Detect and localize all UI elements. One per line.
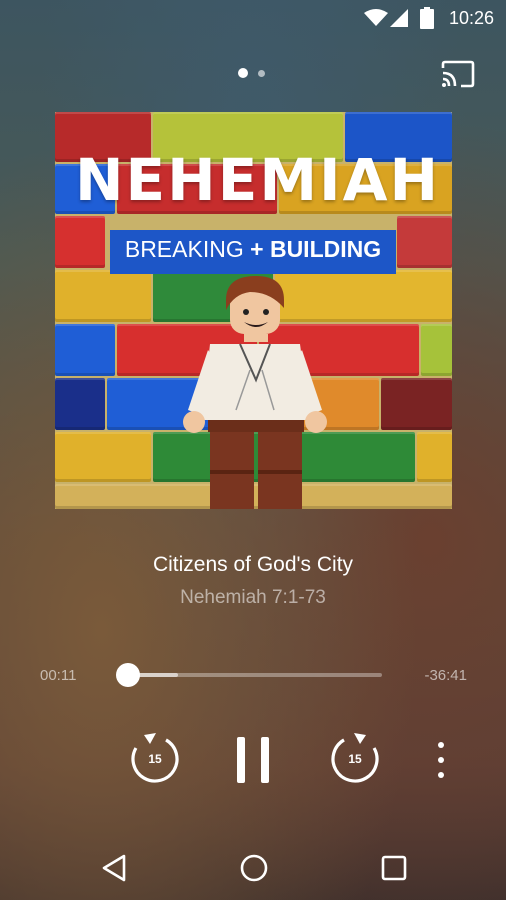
artwork-subtitle-plus: + xyxy=(250,236,264,262)
elapsed-time: 00:11 xyxy=(40,667,77,684)
cast-icon[interactable] xyxy=(441,60,475,88)
rewind-15-button[interactable]: 15 xyxy=(128,732,182,786)
home-icon[interactable] xyxy=(239,853,269,883)
battery-icon xyxy=(420,7,434,29)
artwork-subtitle-left: BREAKING xyxy=(124,236,244,262)
artwork-subtitle: BREAKING + BUILDING xyxy=(110,236,396,263)
signal-icon xyxy=(390,9,408,27)
remaining-time: -36:41 xyxy=(424,667,467,684)
forward-15-button[interactable]: 15 xyxy=(328,732,382,786)
lego-figure xyxy=(183,276,327,509)
page-dot xyxy=(258,70,265,77)
episode-title: Citizens of God's City xyxy=(152,553,354,576)
seek-thumb[interactable] xyxy=(116,663,140,687)
navigation-bar xyxy=(0,834,506,900)
clock: 10:26 xyxy=(448,8,494,28)
back-icon[interactable] xyxy=(100,854,128,882)
status-bar: 10:26 xyxy=(0,0,506,36)
recents-icon[interactable] xyxy=(381,855,407,881)
artwork-title: NEHEMIAH xyxy=(75,146,441,214)
rewind-label: 15 xyxy=(148,752,162,766)
album-artwork: NEHEMIAH BREAKING + BUILDING xyxy=(55,112,452,509)
pause-button[interactable] xyxy=(234,737,274,783)
artwork-subtitle-right: BUILDING xyxy=(269,236,382,262)
forward-label: 15 xyxy=(348,752,362,766)
page-dot-active xyxy=(238,68,248,78)
more-options-icon[interactable] xyxy=(434,740,448,780)
wifi-icon xyxy=(364,9,388,26)
episode-subtitle: Nehemiah 7:1-73 xyxy=(180,587,326,608)
page-indicator xyxy=(238,67,268,79)
